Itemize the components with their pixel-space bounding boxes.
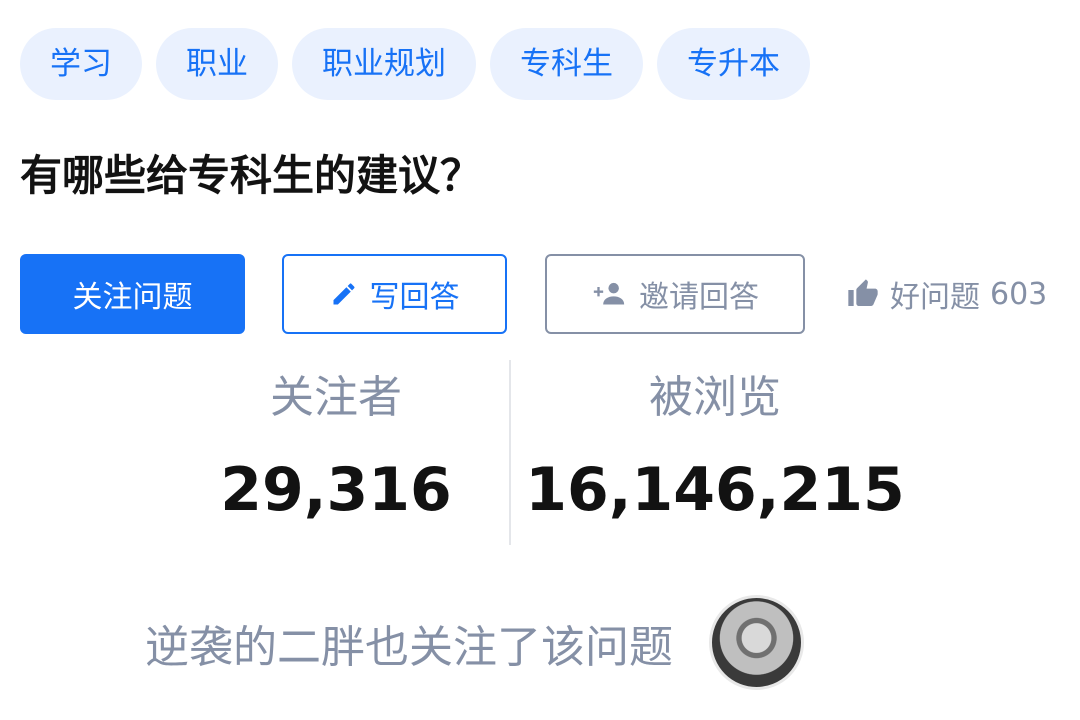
followers-count: 29,316: [220, 455, 452, 525]
invite-answer-label: 邀请回答: [639, 280, 759, 315]
good-question-button[interactable]: 好问题 603: [846, 254, 1047, 334]
stats-divider: [509, 360, 511, 545]
views-count: 16,146,215: [525, 455, 905, 525]
followers-stat[interactable]: 关注者 29,316: [186, 360, 486, 530]
write-answer-label: 写回答: [369, 280, 460, 315]
friend-follow-text[interactable]: 逆袭的二胖也关注了该问题: [145, 611, 673, 675]
followers-label: 关注者: [270, 372, 402, 423]
good-question-label: 好问题: [890, 280, 980, 315]
topic-tags: 学习 职业 职业规划 专科生 专升本: [20, 28, 810, 100]
write-answer-button[interactable]: 写回答: [282, 254, 507, 334]
topic-tag-career[interactable]: 职业: [156, 28, 278, 100]
follow-question-label: 关注问题: [72, 280, 193, 315]
thumbs-up-icon: [846, 278, 880, 310]
views-stat: 被浏览 16,146,215: [520, 360, 910, 530]
good-question-count: 603: [990, 276, 1048, 312]
topic-tag-junior-college[interactable]: 专科生: [490, 28, 643, 100]
follow-question-button[interactable]: 关注问题: [20, 254, 245, 334]
invite-answer-button[interactable]: 邀请回答: [545, 254, 805, 334]
add-user-icon: [591, 280, 627, 308]
topic-tag-career-planning[interactable]: 职业规划: [292, 28, 476, 100]
question-stats: 关注者 29,316 被浏览 16,146,215: [0, 360, 1080, 545]
question-title: 有哪些给专科生的建议？: [20, 151, 483, 200]
topic-tag-study[interactable]: 学习: [20, 28, 142, 100]
avatar[interactable]: [709, 595, 804, 690]
pencil-icon: [330, 280, 358, 308]
question-header: 学习 职业 职业规划 专科生 专升本 有哪些给专科生的建议？ 关注问题 写回答 …: [0, 0, 1080, 720]
views-label: 被浏览: [649, 372, 781, 423]
topic-tag-upgrade-degree[interactable]: 专升本: [657, 28, 810, 100]
friend-follow-note: 逆袭的二胖也关注了该问题: [145, 595, 804, 690]
